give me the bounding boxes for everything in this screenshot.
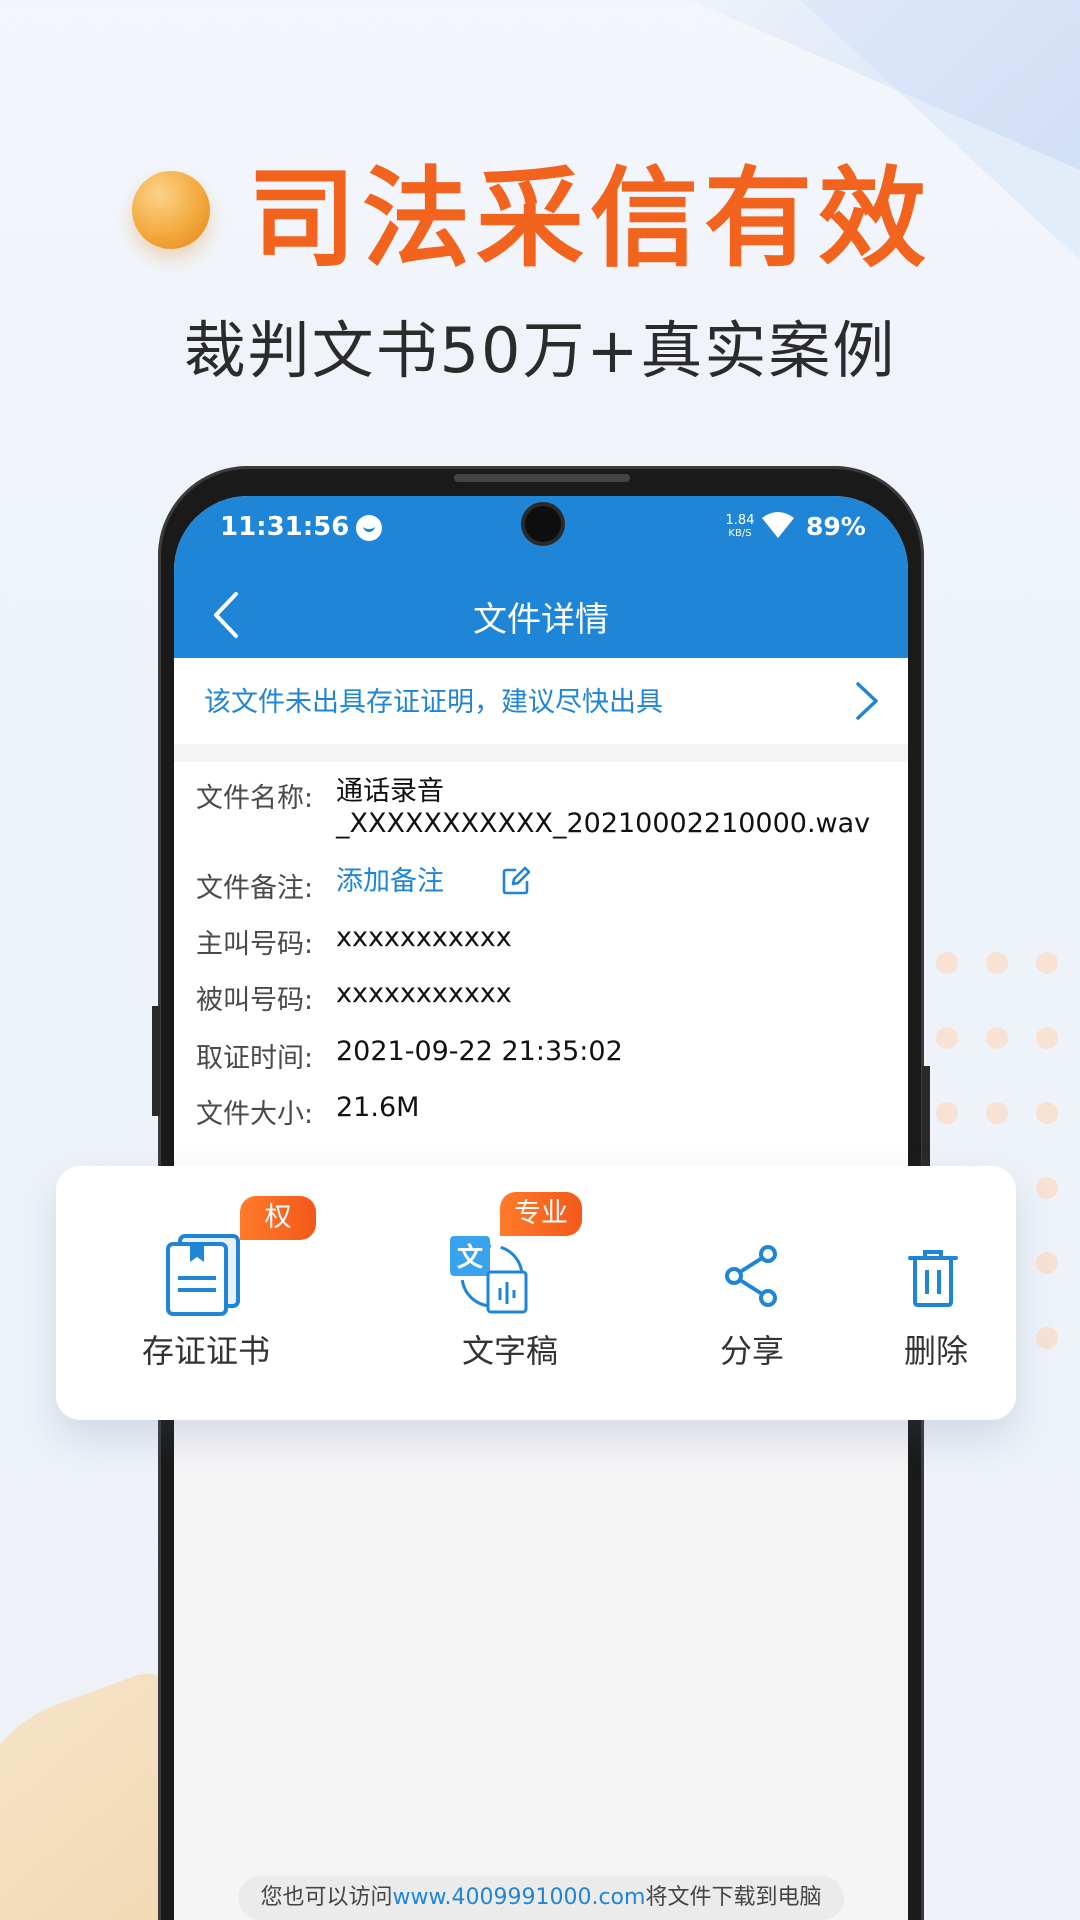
notice-text: 该文件未出具存证证明，建议尽快出具 <box>204 687 663 718</box>
size-value: 21.6M <box>336 1092 420 1123</box>
callee-value: xxxxxxxxxxx <box>336 978 512 1009</box>
footer-suffix: 将文件下载到电脑 <box>645 1885 822 1910</box>
trash-icon <box>908 1250 958 1307</box>
time-value: 2021-09-22 21:35:02 <box>336 1036 623 1067</box>
file-name-value: 通话录音 _XXXXXXXXXXX_20210002210000.wav <box>336 776 896 840</box>
caller-label: 主叫号码: <box>196 929 314 960</box>
file-name-line1: 通话录音 <box>336 776 444 807</box>
file-name-label: 文件名称: <box>196 783 314 814</box>
edit-icon[interactable] <box>501 866 531 896</box>
size-label: 文件大小: <box>196 1099 314 1130</box>
promo-title: 司法采信有效 <box>248 157 933 282</box>
action-label: 文字稿 <box>461 1332 558 1370</box>
download-hint: 您也可以访问www.4009991000.com将文件下载到电脑 <box>238 1876 844 1920</box>
caller-value: xxxxxxxxxxx <box>336 922 512 953</box>
svg-text:文: 文 <box>457 1242 484 1273</box>
page-title: 文件详情 <box>473 600 609 640</box>
promo-headline: 司法采信有效 <box>132 140 932 282</box>
net-speed: 1.84 KB/S <box>720 514 760 540</box>
action-label: 存证证书 <box>141 1332 270 1370</box>
action-card: 权威 存证证书 文 专业 文字稿 分享 删除 <box>56 1166 1016 1420</box>
website-link[interactable]: www.4009991000.com <box>393 1885 646 1910</box>
action-transcript[interactable]: 文 专业 文字稿 <box>400 1166 620 1420</box>
authority-badge: 权威 <box>240 1196 316 1277</box>
status-bar: 11:31:56 1.84 KB/S 89% <box>174 496 908 566</box>
status-time: 11:31:56 <box>220 512 350 542</box>
transcript-icon: 文 <box>450 1236 528 1314</box>
callee-label: 被叫号码: <box>196 985 314 1016</box>
phone-speaker <box>454 474 630 482</box>
wifi-icon <box>762 512 794 538</box>
certificate-notice[interactable]: 该文件未出具存证证明，建议尽快出具 <box>174 658 908 744</box>
add-note-link[interactable]: 添加备注 <box>336 866 896 898</box>
phone-side-button <box>152 1006 160 1116</box>
action-label: 删除 <box>903 1332 968 1370</box>
battery-level: 89% <box>806 512 866 541</box>
net-speed-unit: KB/S <box>728 528 752 539</box>
orb-bullet-icon <box>132 171 210 249</box>
moon-icon <box>356 515 382 541</box>
certificate-icon <box>166 1234 240 1316</box>
professional-badge: 专业 <box>500 1192 582 1236</box>
footer-prefix: 您也可以访问 <box>260 1885 393 1910</box>
action-delete[interactable]: 删除 <box>856 1166 1016 1420</box>
note-label: 文件备注: <box>196 873 314 904</box>
app-bar: 11:31:56 1.84 KB/S 89% 文件详情 <box>174 496 908 658</box>
front-camera <box>525 506 561 542</box>
chevron-right-icon <box>856 682 878 720</box>
file-name-line2: _XXXXXXXXXXX_20210002210000.wav <box>336 808 871 839</box>
action-certificate[interactable]: 权威 存证证书 <box>96 1166 316 1420</box>
time-label: 取证时间: <box>196 1043 314 1074</box>
net-speed-value: 1.84 <box>725 513 755 528</box>
share-icon <box>725 1245 777 1307</box>
action-share[interactable]: 分享 <box>652 1166 852 1420</box>
promo-subtitle: 裁判文书50万+真实案例 <box>183 314 897 387</box>
action-label: 分享 <box>719 1332 784 1370</box>
